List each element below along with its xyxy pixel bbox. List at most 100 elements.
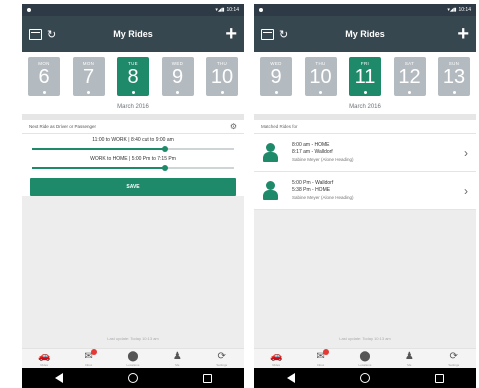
ride-dropoff: 5:38 Pm - HOME <box>292 187 331 193</box>
back-icon[interactable] <box>54 373 63 383</box>
status-bar: ▾◢▮ 10:14 <box>254 4 476 16</box>
nav-item-locations[interactable]: ⬤ Locations <box>119 351 147 367</box>
gear-icon[interactable]: ⚙ <box>230 122 237 131</box>
refresh-icon[interactable]: ↻ <box>47 28 56 41</box>
slider-thumb[interactable] <box>162 146 169 152</box>
day-name: SUN <box>448 61 460 66</box>
ride-marker-dot <box>87 91 90 94</box>
day-tile[interactable]: WED 9 <box>260 57 292 96</box>
nav-item-rides[interactable]: 🚗 Rides <box>30 351 58 367</box>
nav-label: Inbox <box>316 362 325 367</box>
notification-badge <box>90 348 97 355</box>
date-picker: WED 9 THU 10 FRI 11 SAT 12 SUN 13 March 2016 <box>254 52 476 114</box>
home-icon[interactable] <box>359 373 370 383</box>
page-title: My Rides <box>113 29 153 39</box>
month-label: March 2016 <box>349 104 381 110</box>
bottom-navigation: 🚗 Rides ✉ Inbox ⬤ Locations ♟ Me ⟳ Settings <box>22 348 244 368</box>
nav-label: Settings <box>448 362 460 367</box>
system-navigation <box>254 368 476 388</box>
nav-label: Me <box>175 362 180 367</box>
system-navigation <box>22 368 244 388</box>
day-tile[interactable]: MON 6 <box>28 57 60 96</box>
date-picker: MON 6 MON 7 TUE 8 WED 9 THU 10 March 2016 <box>22 52 244 114</box>
ride-marker-dot <box>452 91 456 94</box>
day-name: THU <box>315 61 326 66</box>
ride-partner: Sabine Meyer (Alone Heading) <box>292 157 354 162</box>
add-ride-button[interactable]: + <box>197 24 237 44</box>
day-name: THU <box>216 61 228 66</box>
calendar-icon[interactable] <box>261 28 274 40</box>
clock: 10:14 <box>226 7 239 13</box>
chevron-right-icon[interactable]: › <box>464 184 468 198</box>
chevron-right-icon[interactable]: › <box>464 146 468 160</box>
nav-item-settings[interactable]: ⟳ Settings <box>208 351 236 367</box>
day-tile[interactable]: MON 7 <box>72 57 105 96</box>
home-icon[interactable] <box>127 373 138 383</box>
day-name: WED <box>270 61 282 66</box>
day-tile[interactable]: THU 10 <box>206 57 238 96</box>
day-tile[interactable]: WED 9 <box>161 57 194 96</box>
mail-icon: ✉ <box>316 350 325 362</box>
nav-item-locations[interactable]: ⬤ Locations <box>351 351 379 367</box>
matched-ride-item[interactable]: 8:00 am - HOME 8:17 am - Walldorf Sabine M… <box>254 134 476 172</box>
app-bar: ↻ My Rides + <box>254 16 476 52</box>
ride-role-row[interactable]: Next Ride as Driver or Passenger ⚙ <box>22 120 244 134</box>
recents-icon[interactable] <box>434 373 444 383</box>
back-icon[interactable] <box>286 373 295 383</box>
ride-window-label: 11:00 to WORK | 8:40 cut to 9:00 am <box>92 137 174 143</box>
refresh-icon[interactable]: ↻ <box>279 28 288 41</box>
calendar-icon[interactable] <box>29 28 42 40</box>
person-icon: ♟ <box>404 350 414 362</box>
ride-marker-dot <box>131 91 135 94</box>
nav-item-inbox[interactable]: ✉ Inbox <box>75 348 103 367</box>
phone-screen-right: ▾◢▮ 10:14 ↻ My Rides + WED 9 THU 10 FRI 11 SAT 1… <box>254 4 476 388</box>
day-name: MON <box>38 61 50 66</box>
nav-item-rides[interactable]: 🚗 Rides <box>262 351 290 367</box>
day-number: 6 <box>38 66 50 88</box>
recents-icon[interactable] <box>202 373 212 383</box>
ride-window-slider-1[interactable] <box>32 145 234 153</box>
ride-partner: Sabine Meyer (Alone Heading) <box>292 195 354 200</box>
signal-icon: ▾◢▮ <box>447 7 457 13</box>
day-tile[interactable]: THU 10 <box>304 57 337 96</box>
ride-marker-dot <box>319 91 322 94</box>
settings-icon: ⟳ <box>217 350 226 362</box>
day-tile[interactable]: FRI 11 <box>349 57 381 96</box>
day-name: FRI <box>360 61 370 66</box>
nav-item-settings[interactable]: ⟳ Settings <box>440 351 468 367</box>
nav-item-me[interactable]: ♟ Me <box>163 351 191 367</box>
matched-ride-item[interactable]: 5:00 Pm - Walldorf 5:38 Pm - HOME Sabine M… <box>254 172 476 210</box>
day-number: 9 <box>171 66 184 88</box>
nav-item-me[interactable]: ♟ Me <box>395 351 423 367</box>
day-number: 10 <box>309 66 332 88</box>
return-window-label: WORK to HOME | 5:00 Pm to 7:15 Pm <box>90 156 176 162</box>
day-number: 9 <box>270 66 282 88</box>
app-bar: ↻ My Rides + <box>22 16 244 52</box>
section-label: Matched Rides for <box>254 120 476 134</box>
person-icon: ♟ <box>172 350 182 362</box>
nav-item-inbox[interactable]: ✉ Inbox <box>307 348 335 367</box>
add-ride-button[interactable]: + <box>429 24 469 44</box>
person-avatar-icon <box>262 142 280 163</box>
day-number: 8 <box>127 66 139 88</box>
slider-thumb[interactable] <box>162 165 169 171</box>
ride-pickup: 5:00 Pm - Walldorf <box>292 180 334 186</box>
ride-window-slider-2[interactable] <box>32 164 234 172</box>
save-button[interactable]: SAVE <box>30 178 236 196</box>
status-bar: ▾◢▮ 10:14 <box>22 4 244 16</box>
ride-marker-dot <box>220 91 224 94</box>
nav-label: Settings <box>216 362 228 367</box>
nav-label: Me <box>407 362 412 367</box>
ride-details: 8:00 am - HOME 8:17 am - Walldorf Sabine M… <box>292 142 464 163</box>
day-tile[interactable]: SAT 12 <box>393 57 426 96</box>
clock: 10:14 <box>458 7 471 13</box>
day-tile[interactable]: SUN 13 <box>438 57 470 96</box>
day-number: 7 <box>82 66 95 88</box>
ride-marker-dot <box>176 91 179 94</box>
day-tile[interactable]: TUE 8 <box>117 57 149 96</box>
ride-details: 5:00 Pm - Walldorf 5:38 Pm - HOME Sabine M… <box>292 180 464 201</box>
day-number: 13 <box>442 66 466 88</box>
mail-icon: ✉ <box>84 350 93 362</box>
day-name: SAT <box>404 61 415 66</box>
signal-icon: ▾◢▮ <box>215 7 225 13</box>
